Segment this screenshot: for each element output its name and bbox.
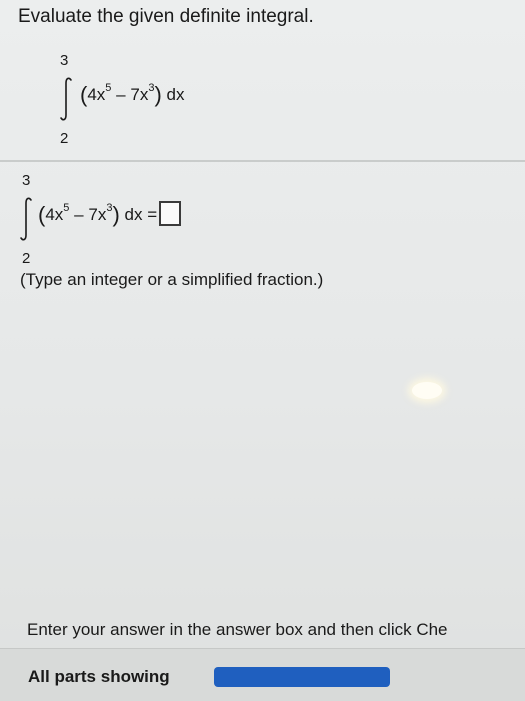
answer-input-box[interactable] bbox=[159, 201, 182, 227]
integral-sign-icon bbox=[60, 77, 72, 121]
progress-bar bbox=[214, 667, 390, 687]
integral-sign-icon bbox=[20, 197, 32, 241]
integral-display: 3 (4x5 – 7x3) dx 2 bbox=[58, 52, 258, 152]
instruction-text: Enter your answer in the answer box and … bbox=[27, 620, 448, 639]
bottom-bar: All parts showing bbox=[0, 648, 525, 701]
answer-integral: 3 (4x5 – 7x3) dx = 2 bbox=[18, 170, 278, 270]
integral-upper-limit: 3 bbox=[60, 52, 69, 69]
answer-integrand-expression: (4x5 – 7x3) dx = bbox=[38, 200, 182, 228]
screen-glare bbox=[412, 382, 442, 399]
parts-showing-label: All parts showing bbox=[28, 667, 170, 686]
integral-lower-limit: 2 bbox=[60, 130, 69, 147]
question-title: Evaluate the given definite integral. bbox=[18, 6, 314, 27]
answer-integral-upper-limit: 3 bbox=[22, 172, 31, 189]
section-divider bbox=[0, 160, 525, 162]
answer-integral-lower-limit: 2 bbox=[22, 250, 31, 267]
answer-format-hint: (Type an integer or a simplified fractio… bbox=[20, 270, 324, 289]
integrand-expression: (4x5 – 7x3) dx bbox=[80, 82, 185, 107]
